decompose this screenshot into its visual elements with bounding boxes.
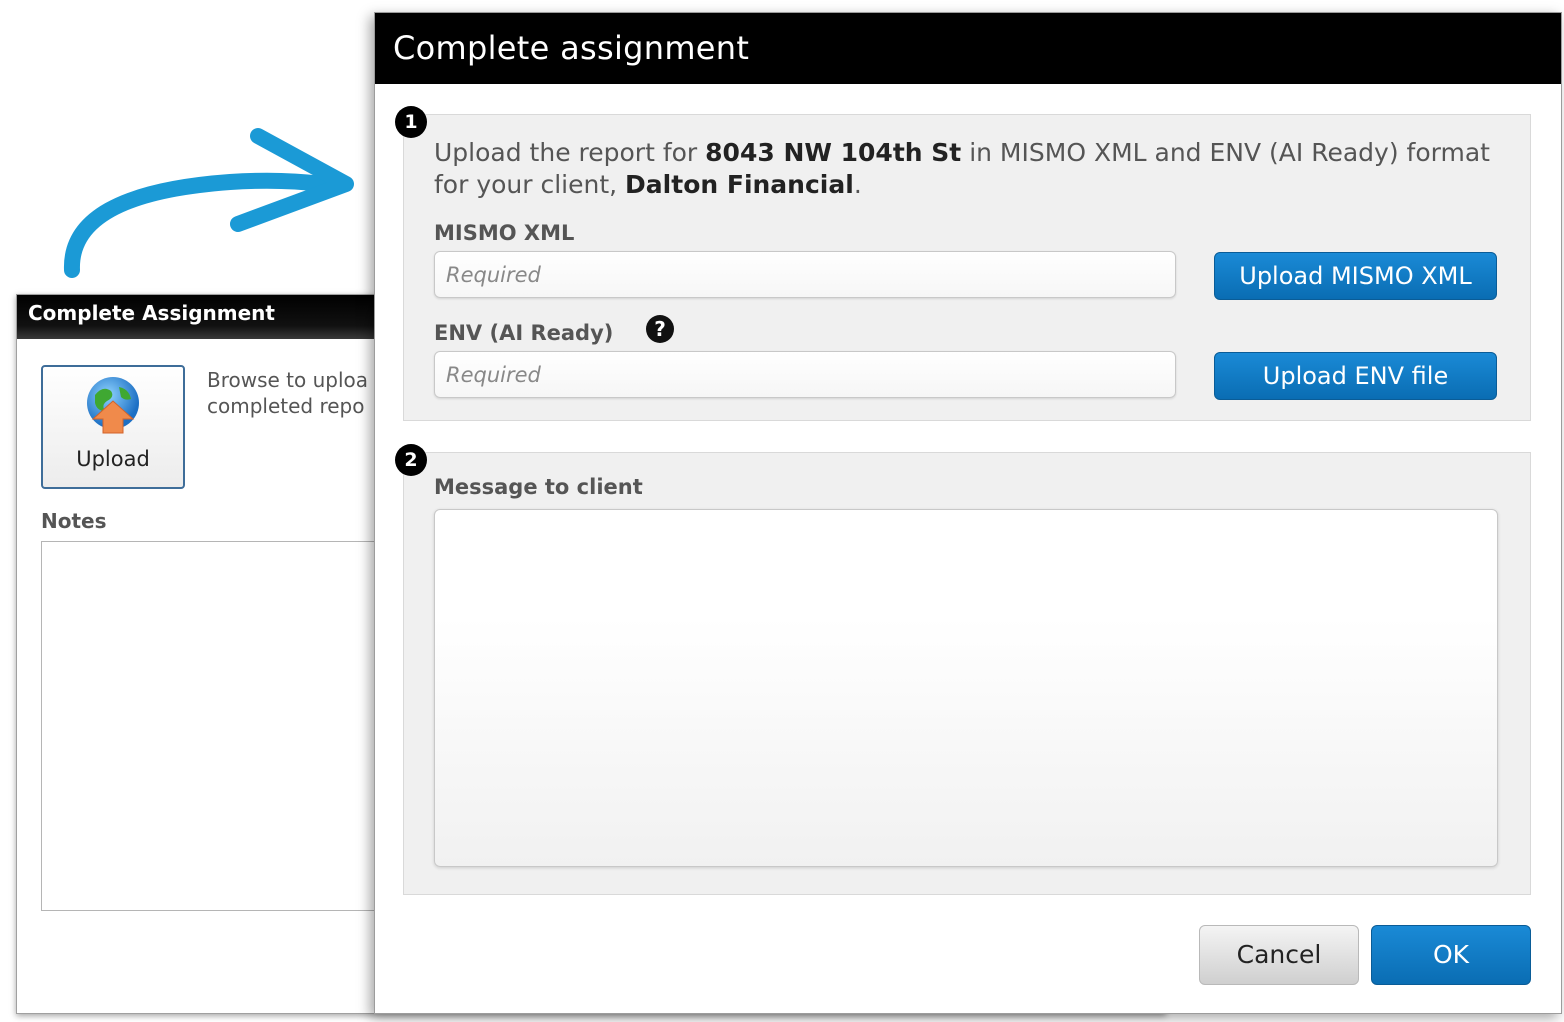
old-description-line1: Browse to uploa <box>207 368 369 392</box>
message-to-client-textarea[interactable] <box>434 509 1498 867</box>
step-2-badge: 2 <box>395 444 427 476</box>
ok-button[interactable]: OK <box>1371 925 1531 985</box>
complete-assignment-dialog: Complete assignment Upload the report fo… <box>374 12 1562 1014</box>
old-notes-label: Notes <box>41 509 107 533</box>
client-name: Dalton Financial <box>625 170 854 199</box>
upload-env-file-button[interactable]: Upload ENV file <box>1214 352 1497 400</box>
mismo-xml-field[interactable] <box>434 251 1176 298</box>
env-file-field[interactable] <box>434 351 1176 398</box>
upload-instructions: Upload the report for 8043 NW 104th St i… <box>434 137 1514 201</box>
globe-upload-icon <box>87 377 139 434</box>
mismo-xml-label: MISMO XML <box>434 221 575 245</box>
intro-text-1: Upload the report for <box>434 138 706 167</box>
old-description: Browse to uploa completed repo <box>207 367 397 419</box>
old-upload-button[interactable]: Upload <box>41 365 185 489</box>
old-description-line2: completed repo <box>207 394 365 418</box>
curved-arrow-icon <box>63 128 354 278</box>
env-ai-ready-label: ENV (AI Ready) <box>434 321 614 345</box>
message-to-client-label: Message to client <box>434 475 643 499</box>
property-address: 8043 NW 104th St <box>705 138 962 167</box>
old-upload-label: Upload <box>76 447 150 471</box>
cancel-button[interactable]: Cancel <box>1199 925 1359 985</box>
intro-text-3: . <box>853 170 862 199</box>
upload-section: Upload the report for 8043 NW 104th St i… <box>403 114 1531 421</box>
dialog-title: Complete assignment <box>375 13 1561 84</box>
upload-mismo-xml-button[interactable]: Upload MISMO XML <box>1214 252 1497 300</box>
step-1-badge: 1 <box>395 106 427 138</box>
message-section: Message to client <box>403 452 1531 895</box>
help-icon[interactable]: ? <box>646 315 674 343</box>
